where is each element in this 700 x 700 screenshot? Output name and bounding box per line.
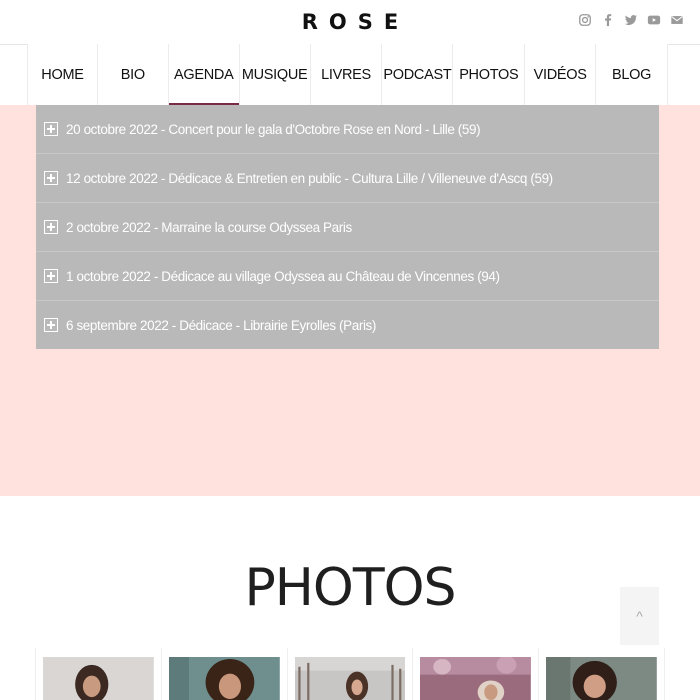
photo-thumbnail[interactable]: [43, 657, 154, 700]
instagram-icon[interactable]: [578, 13, 592, 27]
social-links: [578, 13, 684, 27]
main-nav: HOME BIO AGENDA MUSIQUE LIVRES PODCAST P…: [27, 44, 668, 105]
expand-plus-icon[interactable]: [44, 171, 58, 185]
nav-item-blog[interactable]: BLOG: [595, 44, 668, 105]
nav-item-agenda[interactable]: AGENDA: [167, 44, 239, 105]
agenda-item-title: 12 octobre 2022 - Dédicace & Entretien e…: [66, 170, 553, 186]
photo-gallery: [35, 648, 665, 700]
photos-heading: PHOTOS: [244, 558, 456, 618]
photo-thumbnail[interactable]: [420, 657, 532, 700]
nav-item-photos[interactable]: PHOTOS: [452, 44, 524, 105]
agenda-item[interactable]: 6 septembre 2022 - Dédicace - Librairie …: [36, 300, 659, 349]
scroll-to-top-button[interactable]: ^: [620, 587, 659, 645]
photo-thumbnail[interactable]: [546, 657, 657, 700]
expand-plus-icon[interactable]: [44, 269, 58, 283]
expand-plus-icon[interactable]: [44, 318, 58, 332]
mail-icon[interactable]: [670, 13, 684, 27]
nav-item-videos[interactable]: VIDÉOS: [524, 44, 595, 105]
photo-thumbnail[interactable]: [294, 657, 406, 700]
photo-thumbnail[interactable]: [168, 657, 280, 700]
agenda-item-title: 1 octobre 2022 - Dédicace au village Ody…: [66, 268, 500, 284]
agenda-item-title: 6 septembre 2022 - Dédicace - Librairie …: [66, 317, 376, 333]
agenda-item[interactable]: 2 octobre 2022 - Marraine la course Odys…: [36, 202, 659, 251]
nav-item-bio[interactable]: BIO: [96, 44, 168, 105]
nav-item-home[interactable]: HOME: [27, 44, 97, 105]
top-bar: ROSE: [0, 0, 700, 45]
facebook-icon[interactable]: [601, 13, 615, 27]
youtube-icon[interactable]: [647, 13, 661, 27]
agenda-item[interactable]: 20 octobre 2022 - Concert pour le gala d…: [36, 105, 659, 153]
expand-plus-icon[interactable]: [44, 122, 58, 136]
twitter-icon[interactable]: [624, 13, 638, 27]
gallery-item[interactable]: [412, 648, 538, 700]
agenda-item-title: 20 octobre 2022 - Concert pour le gala d…: [66, 121, 481, 137]
expand-plus-icon[interactable]: [44, 220, 58, 234]
agenda-item[interactable]: 1 octobre 2022 - Dédicace au village Ody…: [36, 251, 659, 300]
gallery-item[interactable]: [160, 648, 287, 700]
gallery-item[interactable]: [286, 648, 413, 700]
nav-item-livres[interactable]: LIVRES: [309, 44, 382, 105]
agenda-item[interactable]: 12 octobre 2022 - Dédicace & Entretien e…: [36, 153, 659, 202]
nav-item-podcast[interactable]: PODCAST: [381, 44, 452, 105]
nav-item-musique[interactable]: MUSIQUE: [238, 44, 310, 105]
gallery-item[interactable]: [35, 648, 161, 700]
agenda-item-title: 2 octobre 2022 - Marraine la course Odys…: [66, 219, 352, 235]
agenda-accordion: 20 octobre 2022 - Concert pour le gala d…: [36, 105, 659, 349]
gallery-item[interactable]: [538, 648, 665, 700]
